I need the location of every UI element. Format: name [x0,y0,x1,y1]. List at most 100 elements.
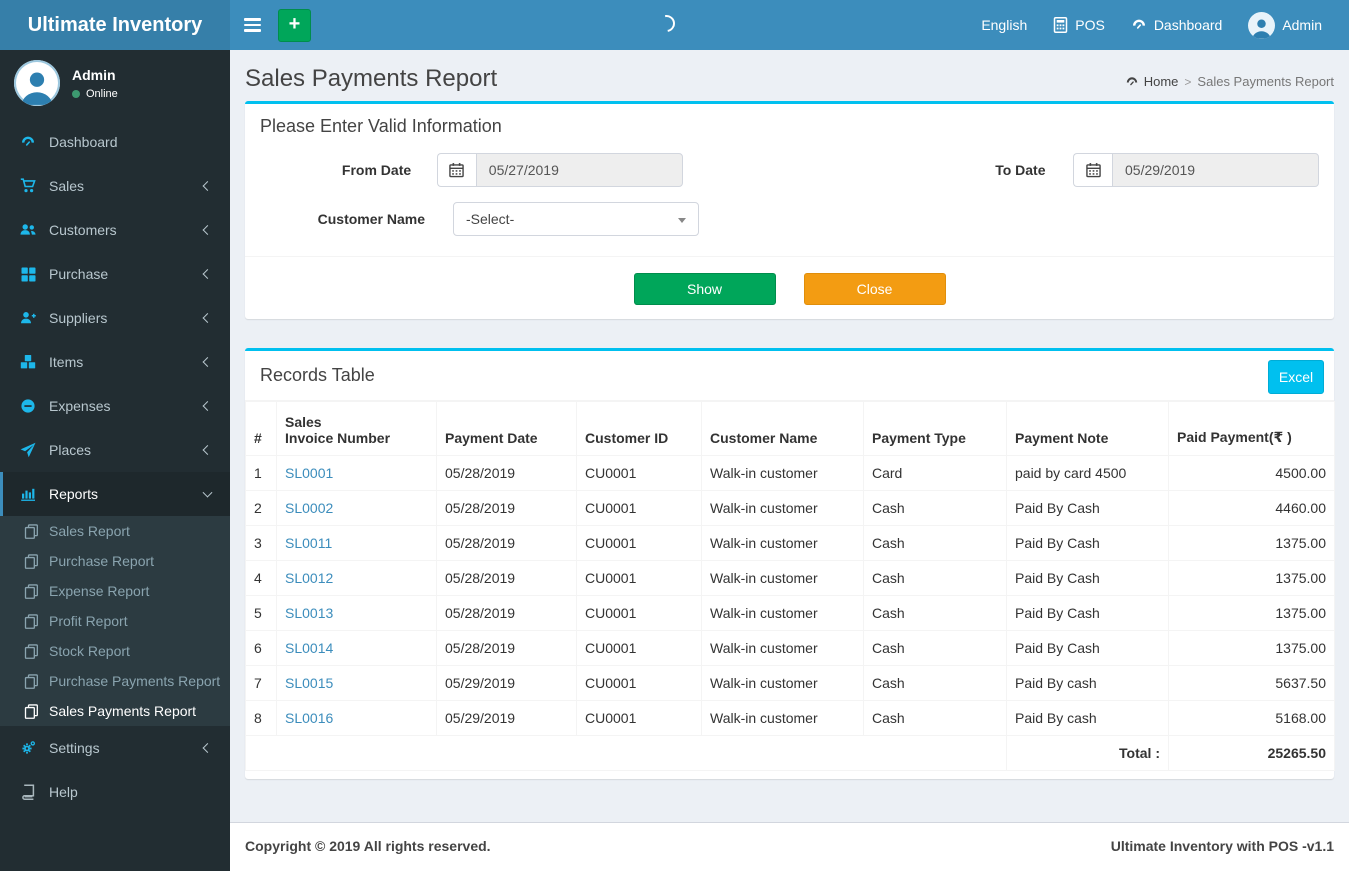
sidebar-item-sales-payments-report[interactable]: Sales Payments Report [0,696,230,726]
cell-customer-name: Walk-in customer [701,665,864,701]
quick-add-button[interactable]: + [278,8,311,42]
copy-icon [22,703,40,719]
sidebar-item-purchase-payments-report[interactable]: Purchase Payments Report [0,666,230,696]
sidebar-item-profit-report[interactable]: Profit Report [0,606,230,636]
table-row: 4 SL0012 05/28/2019 CU0001 Walk-in custo… [245,560,1335,596]
avatar [14,60,60,106]
sidebar-item-stock-report[interactable]: Stock Report [0,636,230,666]
cell-paid-payment: 1375.00 [1168,595,1335,631]
bar-chart-icon [18,486,38,502]
cell-payment-date: 05/28/2019 [436,455,577,491]
records-panel-title: Records Table [260,365,375,385]
sidebar-item-expense-report[interactable]: Expense Report [0,576,230,606]
sidebar-item-suppliers[interactable]: Suppliers [0,296,230,340]
sidebar-item-purchase-report[interactable]: Purchase Report [0,546,230,576]
pos-link[interactable]: POS [1040,0,1118,50]
cell-payment-date: 05/29/2019 [436,700,577,736]
sidebar-item-items[interactable]: Items [0,340,230,384]
cell-paid-payment: 1375.00 [1168,560,1335,596]
column-header-invoice: Sales Invoice Number [276,401,437,456]
cell-payment-type: Cash [863,560,1007,596]
reports-submenu: Sales Report Purchase Report Expense Rep… [0,516,230,726]
table-row: 3 SL0011 05/28/2019 CU0001 Walk-in custo… [245,525,1335,561]
breadcrumb-home-link[interactable]: Home [1125,74,1179,89]
cell-row-number: 5 [245,595,277,631]
sidebar-item-expenses[interactable]: Expenses [0,384,230,428]
cell-row-number: 6 [245,630,277,666]
records-panel: Records Table Excel # Sales Invoice Numb… [245,348,1335,779]
sidebar-item-help[interactable]: Help [0,770,230,814]
copy-icon [22,523,40,539]
cell-payment-note: Paid By cash [1006,700,1169,736]
cell-row-number: 8 [245,700,277,736]
submenu-item-label: Profit Report [49,613,128,629]
sidebar-item-sales[interactable]: Sales [0,164,230,208]
to-date-label: To Date [995,162,1046,178]
sidebar-menu: Dashboard Sales Customers Purchase Suppl… [0,120,230,814]
column-header-customer-id: Customer ID [576,401,702,456]
sidebar-item-dashboard[interactable]: Dashboard [0,120,230,164]
from-date-group [436,153,683,187]
chevron-left-icon [202,269,213,279]
breadcrumb-home-label: Home [1143,74,1179,89]
submenu-item-label: Stock Report [49,643,130,659]
dashboard-link[interactable]: Dashboard [1118,0,1236,50]
sidebar-item-label: Settings [49,740,100,756]
page-footer: Ultimate Inventory with POS -v1.1 Copyri… [230,822,1349,871]
sidebar-item-label: Purchase [49,266,109,282]
sidebar-toggle-button[interactable] [230,0,274,50]
cell-payment-date: 05/28/2019 [436,630,577,666]
cell-payment-note: Paid By Cash [1006,630,1169,666]
sidebar-item-reports[interactable]: Reports [0,472,230,516]
pos-label: POS [1075,17,1105,33]
table-row: 2 SL0002 05/28/2019 CU0001 Walk-in custo… [245,490,1335,526]
dashboard-icon [18,134,38,150]
breadcrumb-separator: > [1184,74,1192,89]
invoice-link[interactable]: SL0016 [285,710,333,726]
sidebar-item-sales-report[interactable]: Sales Report [0,516,230,546]
sidebar-item-settings[interactable]: Settings [0,726,230,770]
cell-row-number: 7 [245,665,277,701]
sidebar-item-customers[interactable]: Customers [0,208,230,252]
cell-customer-name: Walk-in customer [701,525,864,561]
table-total-row: Total : 25265.50 [245,735,1335,771]
excel-export-button[interactable]: Excel [1268,360,1324,394]
language-menu[interactable]: English [968,0,1040,50]
sidebar-item-purchase[interactable]: Purchase [0,252,230,296]
invoice-link[interactable]: SL0011 [285,535,332,551]
close-button[interactable]: Close [803,273,946,305]
grid-icon [18,267,38,282]
table-row: 6 SL0014 05/28/2019 CU0001 Walk-in custo… [245,630,1335,666]
chevron-left-icon [202,401,213,411]
user-menu[interactable]: Admin [1235,0,1335,50]
sidebar-item-places[interactable]: Places [0,428,230,472]
brand-logo[interactable]: Ultimate Inventory [0,0,230,50]
customer-name-select[interactable]: -Select- [453,202,699,236]
invoice-link[interactable]: SL0012 [285,570,333,586]
show-button[interactable]: Show [633,273,776,305]
to-date-input[interactable] [1112,153,1319,187]
invoice-link[interactable]: SL0013 [285,605,333,621]
from-date-input[interactable] [475,153,683,187]
user-label: Admin [1282,17,1322,33]
invoice-link[interactable]: SL0014 [285,640,333,656]
sidebar-item-label: Help [49,784,78,800]
copy-icon [22,553,40,569]
cell-payment-note: Paid By Cash [1006,490,1169,526]
cell-payment-note: Paid By Cash [1006,595,1169,631]
copy-icon [22,613,40,629]
customer-name-label: Customer Name [317,211,425,227]
chevron-left-icon [202,313,213,323]
invoice-link[interactable]: SL0015 [285,675,333,691]
cell-payment-date: 05/28/2019 [436,490,577,526]
invoice-link[interactable]: SL0001 [285,465,333,481]
footer-version: Ultimate Inventory with POS -v1.1 [1110,838,1334,854]
sidebar-item-label: Expenses [49,398,111,414]
cell-payment-note: Paid By cash [1006,665,1169,701]
language-label: English [981,17,1028,33]
invoice-link[interactable]: SL0002 [285,500,333,516]
users-icon [18,222,38,238]
sidebar-item-label: Dashboard [49,134,118,150]
app-window: Ultimate Inventory + English POS Dashboa… [0,0,1349,871]
dashboard-icon [1125,75,1139,89]
